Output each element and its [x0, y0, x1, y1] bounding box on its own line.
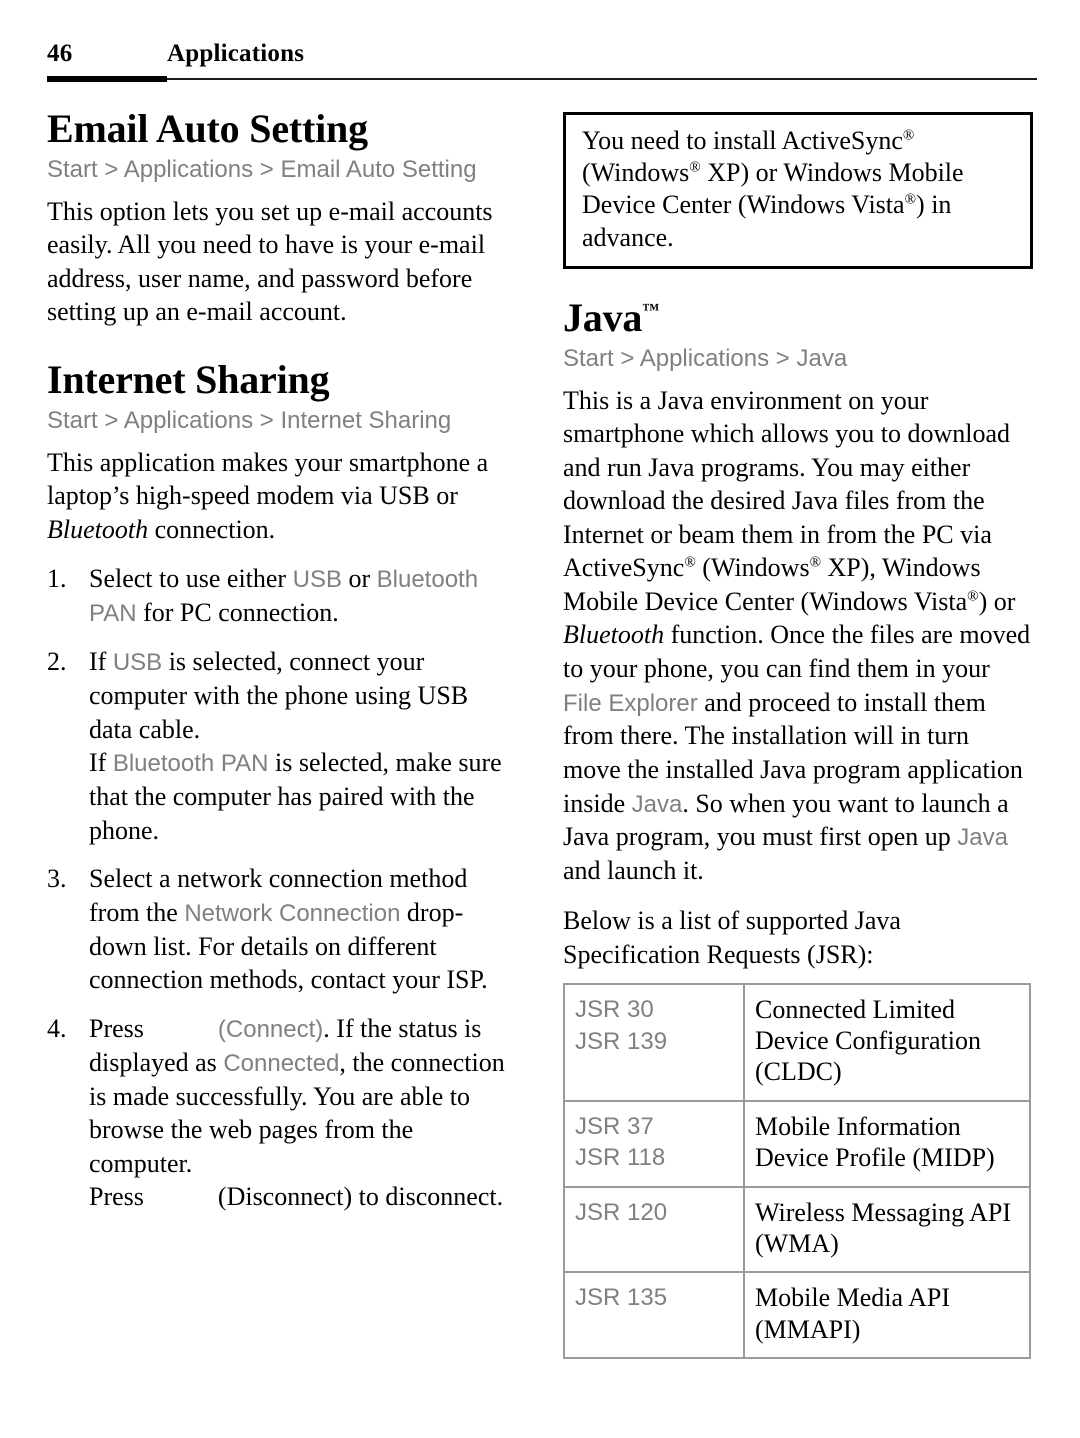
table-row: JSR 30 JSR 139 Connected Limited Device …	[563, 983, 1031, 1102]
registered-trademark-icon: ®	[904, 192, 917, 209]
ui-reference: Java	[631, 790, 683, 818]
table-row: JSR 120 Wireless Messaging API (WMA)	[563, 1185, 1031, 1274]
ui-reference: USB	[112, 649, 163, 677]
internet-sharing-steps: Select to use either USB or Bluetooth PA…	[47, 562, 517, 1214]
ui-reference: Connected	[223, 1049, 340, 1077]
breadcrumb-java: Start > Applications > Java	[563, 344, 848, 372]
right-column: You need to install ActiveSync® (Windows…	[563, 108, 1033, 1359]
sub-step: If Bluetooth PAN is selected, make sure …	[89, 746, 517, 847]
registered-trademark-icon: ®	[689, 159, 701, 176]
ui-reference: Bluetooth PAN	[112, 750, 269, 778]
text-run: If	[89, 748, 113, 778]
registered-trademark-icon: ®	[684, 555, 696, 572]
registered-trademark-icon: ®	[902, 127, 915, 144]
ui-reference: Network Connection	[184, 899, 401, 927]
jsr-description-cell: Mobile Media API (MMAPI)	[743, 1271, 1031, 1359]
heading-internet-sharing: Internet Sharing	[47, 356, 330, 402]
breadcrumb-internet-sharing: Start > Applications > Internet Sharing	[47, 406, 452, 434]
paragraph-java-overview: This is a Java environment on your smart…	[563, 384, 1033, 888]
emphasis-bluetooth: Bluetooth	[47, 514, 149, 544]
left-column: Email Auto Setting Start > Applications …	[47, 108, 517, 1229]
text-run: and launch it.	[563, 856, 704, 886]
list-item: If USB is selected, connect your compute…	[47, 645, 517, 847]
text-run: Select to use either	[89, 564, 293, 594]
jsr-description-cell: Mobile Information Device Profile (MIDP)	[743, 1099, 1031, 1188]
text-run: ) or	[978, 586, 1016, 616]
running-head: 46 Applications	[47, 40, 1037, 80]
text-run: (Windows	[695, 553, 810, 583]
table-row: JSR 135 Mobile Media API (MMAPI)	[563, 1271, 1031, 1359]
manual-page: 46 Applications Email Auto Setting Start…	[0, 0, 1080, 1438]
note-box: You need to install ActiveSync® (Windows…	[563, 112, 1033, 269]
jsr-description-cell: Wireless Messaging API (WMA)	[743, 1185, 1031, 1274]
running-head-title: Applications	[167, 40, 305, 67]
ui-reference: Java	[957, 824, 1008, 852]
text-run: Press	[89, 1013, 144, 1043]
trademark-icon: ™	[642, 299, 660, 319]
text-run: (Windows	[582, 158, 690, 188]
jsr-description-cell: Connected Limited Device Configuration (…	[743, 983, 1031, 1102]
list-item: Select to use either USB or Bluetooth PA…	[47, 562, 517, 630]
paragraph-internet-sharing: This application makes your smartphone a…	[47, 446, 517, 547]
emphasis-bluetooth: Bluetooth	[563, 620, 665, 650]
header-rule-thin	[167, 78, 1037, 80]
text-run: for PC connection.	[136, 598, 339, 628]
table-row: JSR 37 JSR 118 Mobile Information Device…	[563, 1099, 1031, 1188]
heading-java-text: Java	[563, 294, 643, 340]
list-item: Press (Connect). If the status is display…	[47, 1012, 517, 1214]
ui-reference: File Explorer	[563, 689, 698, 717]
paragraph-email-auto-setting: This option lets you set up e-mail accou…	[47, 196, 493, 327]
text-run: You need to install ActiveSync	[582, 126, 903, 155]
list-item: Select a network connection method from …	[47, 862, 517, 997]
jsr-table: JSR 30 JSR 139 Connected Limited Device …	[563, 983, 1031, 1359]
page-number: 46	[47, 40, 73, 67]
text-run: connection.	[148, 514, 276, 544]
text-run: (Disconnect) to disconnect.	[217, 1182, 504, 1212]
registered-trademark-icon: ®	[967, 588, 979, 605]
heading-java: Java™	[563, 294, 1033, 340]
jsr-code-cell: JSR 37 JSR 118	[563, 1099, 745, 1188]
ui-reference: (Connect)	[217, 1015, 324, 1043]
paragraph-jsr-intro: Below is a list of supported Java Specif…	[563, 905, 901, 969]
header-rule-thick	[47, 76, 167, 82]
text-run: Press	[89, 1182, 144, 1212]
note-text: You need to install ActiveSync® (Windows…	[582, 125, 1016, 254]
text-run: or	[341, 564, 377, 594]
heading-email-auto-setting: Email Auto Setting	[47, 106, 368, 151]
ui-reference: USB	[292, 566, 342, 594]
sub-step: Press (Disconnect) to disconnect.	[89, 1180, 517, 1214]
registered-trademark-icon: ®	[809, 555, 822, 572]
breadcrumb-email-auto-setting: Start > Applications > Email Auto Settin…	[47, 156, 477, 183]
jsr-code-cell: JSR 135	[563, 1271, 745, 1359]
text-run: If	[89, 647, 113, 677]
jsr-code-cell: JSR 30 JSR 139	[563, 983, 745, 1102]
text-run: This application makes your smartphone a…	[47, 447, 489, 511]
jsr-code-cell: JSR 120	[563, 1185, 745, 1274]
